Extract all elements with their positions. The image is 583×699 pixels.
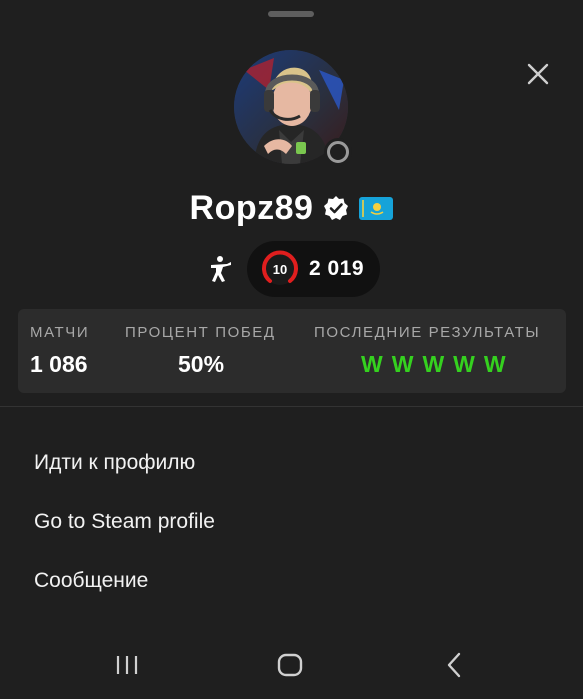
back-icon	[447, 652, 461, 678]
game-row: 10 2 019	[0, 241, 583, 297]
skill-level-pill[interactable]: 10 2 019	[246, 241, 381, 297]
kz-flag-icon	[359, 196, 394, 220]
home-button[interactable]	[260, 640, 320, 690]
skill-level-badge: 10	[261, 250, 299, 288]
recent-results: W W W W W	[361, 351, 506, 378]
recent-results-label: ПОСЛЕДНИЕ РЕЗУЛЬТАТЫ	[314, 324, 541, 341]
counter-strike-icon	[210, 256, 231, 282]
result-item: W	[453, 351, 475, 377]
winrate-value: 50%	[178, 351, 225, 377]
sheet-drag-handle[interactable]	[268, 11, 314, 17]
go-to-steam-profile-item[interactable]: Go to Steam profile	[34, 510, 215, 534]
name-row: Ropz89	[0, 186, 583, 230]
matches-value: 1 086	[30, 351, 88, 377]
result-item: W	[361, 351, 383, 377]
back-button[interactable]	[424, 640, 484, 690]
divider	[0, 406, 583, 407]
message-item[interactable]: Сообщение	[34, 569, 148, 593]
winrate-label: ПРОЦЕНТ ПОБЕД	[125, 324, 276, 341]
profile-bottom-sheet: Ropz89 10 2 019 МАТЧИ 1 086 ПРОЦЕНТ ПОБЕ…	[0, 0, 583, 699]
username: Ropz89	[189, 188, 314, 227]
elo-value: 2 019	[308, 257, 365, 280]
system-nav-bar	[0, 640, 583, 690]
result-item: W	[391, 351, 414, 377]
result-item: W	[422, 351, 445, 377]
stats-card: МАТЧИ 1 086 ПРОЦЕНТ ПОБЕД 50% ПОСЛЕДНИЕ …	[18, 309, 566, 393]
recent-apps-icon	[116, 656, 138, 674]
status-indicator	[324, 138, 352, 166]
matches-label: МАТЧИ	[30, 324, 90, 341]
recent-apps-button[interactable]	[97, 640, 157, 690]
skill-level-value: 10	[272, 261, 288, 277]
offline-status-icon	[327, 141, 349, 163]
close-icon	[527, 63, 549, 85]
result-item: W	[483, 351, 506, 377]
go-to-profile-item[interactable]: Идти к профилю	[34, 451, 195, 475]
verified-badge-icon	[324, 196, 349, 220]
home-icon	[277, 653, 303, 677]
avatar[interactable]	[234, 50, 352, 166]
close-button[interactable]	[522, 58, 554, 90]
